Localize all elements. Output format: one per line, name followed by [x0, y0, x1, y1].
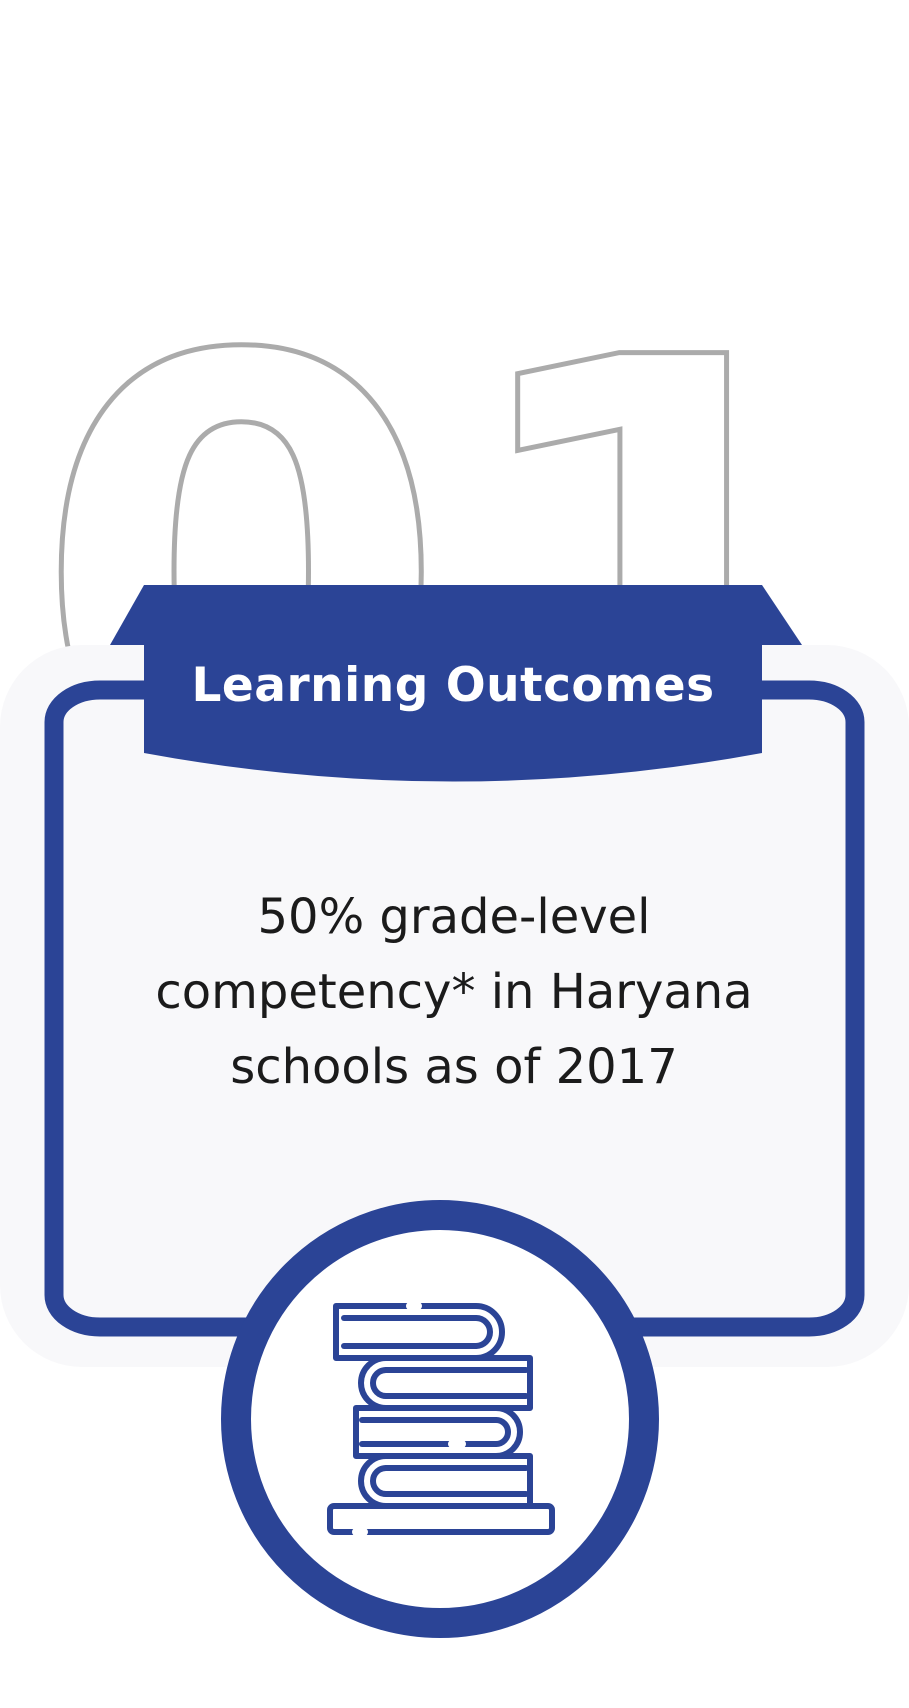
description-line: competency* in Haryana [155, 964, 753, 1020]
learning-outcomes-card: 01 Learning Outcomes 50% grade-level com… [0, 0, 909, 1708]
description-line: schools as of 2017 [230, 1039, 678, 1095]
card-description: 50% grade-level competency* in Haryana s… [90, 880, 818, 1105]
description-line: 50% grade-level [257, 889, 651, 945]
card-title: Learning Outcomes [191, 657, 715, 713]
card-graphics: 01 [0, 231, 909, 1638]
